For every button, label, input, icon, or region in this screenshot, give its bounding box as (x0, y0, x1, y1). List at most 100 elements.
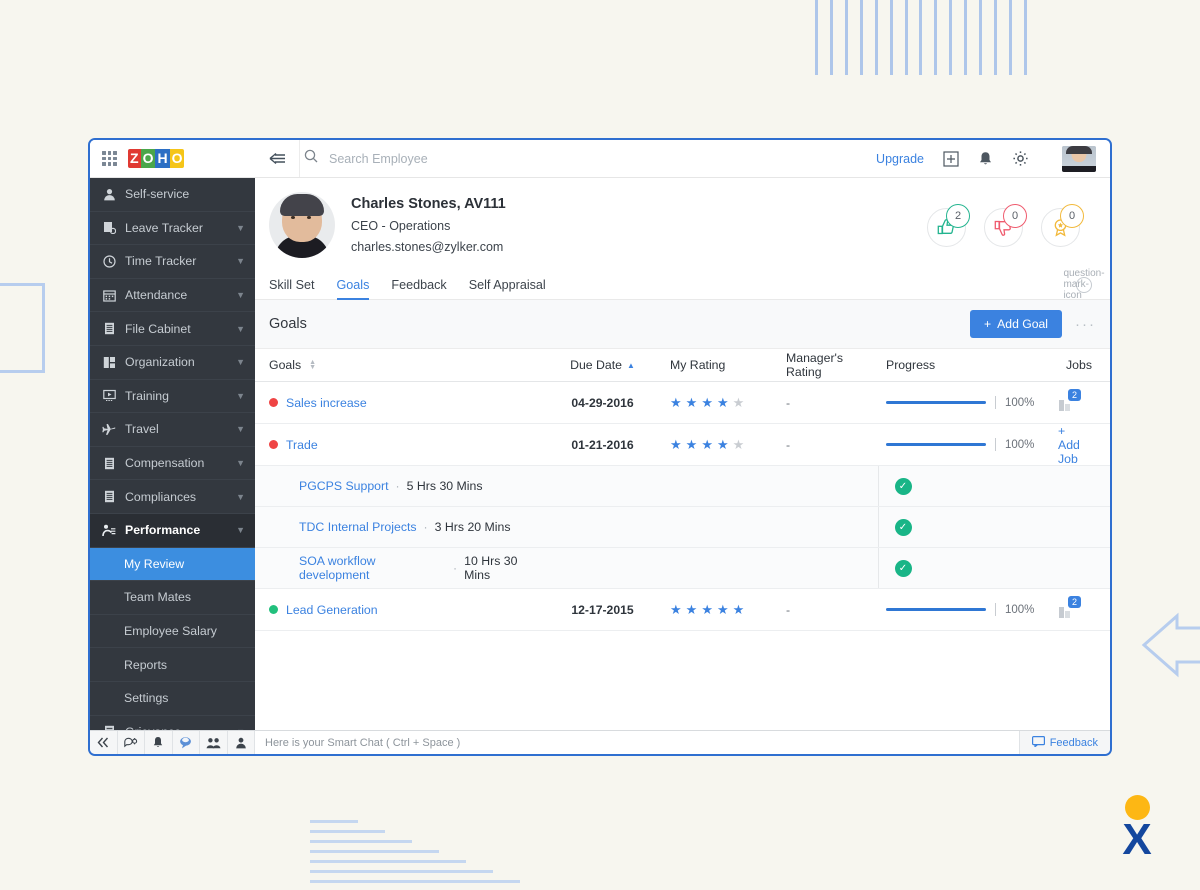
goal-name-link[interactable]: Sales increase (286, 396, 367, 410)
rating-stars[interactable]: ★★★★★ (670, 395, 778, 411)
sidebar-item-performance[interactable]: Performance▼ (90, 514, 255, 548)
sidebar-subitem-team-mates[interactable]: Team Mates (90, 581, 255, 615)
feedback-button[interactable]: Feedback (1019, 731, 1110, 754)
chevron-down-icon[interactable]: ▼ (236, 458, 245, 468)
job-name-cell: TDC Internal Projects·3 Hrs 20 Mins (255, 520, 545, 534)
collapse-chevrons-icon[interactable] (90, 731, 118, 754)
column-header-progress[interactable]: Progress (878, 358, 1038, 372)
plus-box-icon[interactable] (943, 151, 959, 167)
column-header-my-rating[interactable]: My Rating (660, 358, 778, 372)
chevron-down-icon[interactable]: ▼ (236, 424, 245, 434)
sidebar-item-compensation[interactable]: Compensation▼ (90, 447, 255, 481)
chevron-down-icon[interactable]: ▼ (236, 290, 245, 300)
sidebar-item-time-tracker[interactable]: Time Tracker▼ (90, 245, 255, 279)
sidebar-item-travel[interactable]: Travel▼ (90, 413, 255, 447)
collapse-sidebar-icon[interactable] (255, 152, 299, 165)
sidebar-item-training[interactable]: Training ▼ (90, 380, 255, 414)
chevron-down-icon[interactable]: ▼ (236, 391, 245, 401)
search-bar[interactable] (299, 140, 876, 177)
avatar[interactable] (1062, 146, 1096, 172)
column-header-due-date[interactable]: Due Date ▲ (545, 358, 660, 372)
question-mark-icon[interactable]: question-mark-icon (1076, 277, 1092, 293)
search-input[interactable] (329, 152, 629, 166)
goal-row[interactable]: Sales increase04-29-2016★★★★★-100%2 (255, 382, 1110, 424)
more-options-button[interactable]: ··· (1075, 316, 1096, 333)
smart-chat-input[interactable]: Here is your Smart Chat ( Ctrl + Space ) (255, 731, 1019, 754)
sidebar-item-attendance[interactable]: Attendance▼ (90, 279, 255, 313)
gear-icon[interactable] (1012, 150, 1029, 167)
sidebar-item-organization[interactable]: Organization▼ (90, 346, 255, 380)
bell-icon[interactable] (145, 731, 173, 754)
badge-count: 2 (946, 204, 970, 228)
goal-name-cell: Lead Generation (255, 603, 545, 617)
column-header-jobs[interactable]: Jobs (1038, 358, 1110, 372)
sidebar-subitem-my-review[interactable]: My Review (90, 548, 255, 582)
person-icon (102, 188, 116, 201)
sidebar-item-grievance[interactable]: Grievance▼ (90, 716, 255, 731)
tab-skill-set[interactable]: Skill Set (269, 270, 315, 300)
jobs-count-badge[interactable]: 2 (1058, 393, 1077, 412)
chevron-down-icon[interactable]: ▼ (236, 256, 245, 266)
sidebar-subitem-settings[interactable]: Settings (90, 682, 255, 716)
sidebar-item-file-cabinet[interactable]: File Cabinet▼ (90, 312, 255, 346)
feedback-label: Feedback (1050, 737, 1098, 749)
grid-apps-icon[interactable] (102, 151, 117, 166)
sort-icon[interactable]: ▲▼ (309, 360, 316, 370)
chevron-down-icon[interactable]: ▼ (236, 357, 245, 367)
job-row[interactable]: TDC Internal Projects·3 Hrs 20 Mins✓ (255, 507, 1110, 548)
badge-award-ribbon[interactable]: 0 (1041, 204, 1084, 247)
chat-settings-icon[interactable] (118, 731, 146, 754)
job-row[interactable]: SOA workflow development·10 Hrs 30 Mins✓ (255, 548, 1110, 589)
column-header-managers-rating[interactable]: Manager's Rating (778, 351, 878, 379)
goal-name-link[interactable]: Trade (286, 438, 318, 452)
job-name-link[interactable]: SOA workflow development (299, 554, 446, 582)
add-job-link[interactable]: + Add Job (1058, 424, 1080, 466)
decorative-line (310, 840, 412, 843)
decorative-line (979, 0, 982, 75)
chevron-down-icon[interactable]: ▼ (236, 492, 245, 502)
sidebar-item-leave-tracker[interactable]: Leave Tracker▼ (90, 212, 255, 246)
job-row[interactable]: PGCPS Support·5 Hrs 30 Mins✓ (255, 466, 1110, 507)
goal-name-link[interactable]: Lead Generation (286, 603, 378, 617)
chevron-down-icon[interactable]: ▼ (236, 324, 245, 334)
upgrade-link[interactable]: Upgrade (876, 152, 924, 166)
chevron-down-icon[interactable]: ▼ (236, 727, 245, 730)
job-name-link[interactable]: TDC Internal Projects (299, 520, 417, 534)
tab-goals[interactable]: Goals (337, 270, 370, 300)
file-icon (102, 725, 116, 730)
goal-row[interactable]: Lead Generation12-17-2015★★★★★-100%2 (255, 589, 1110, 631)
sidebar-item-label: Training (125, 389, 227, 403)
bell-icon[interactable] (978, 151, 993, 167)
chat-bubble-icon[interactable] (173, 731, 201, 754)
check-circle-icon: ✓ (895, 560, 912, 577)
rating-stars[interactable]: ★★★★★ (670, 437, 778, 453)
chevron-down-icon[interactable]: ▼ (236, 223, 245, 233)
file-icon (102, 490, 116, 503)
delete-icon[interactable]: × (1110, 437, 1112, 452)
badge-thumbs-up[interactable]: 2 (927, 204, 970, 247)
status-dot (269, 398, 278, 407)
sidebar-subitem-reports[interactable]: Reports (90, 648, 255, 682)
sidebar-item-self-service[interactable]: Self-service (90, 178, 255, 212)
goal-row[interactable]: Trade01-21-2016★★★★★-100%+ Add Job× (255, 424, 1110, 466)
decorative-line (845, 0, 848, 75)
zoho-logo[interactable]: Z O H O (128, 149, 184, 168)
add-goal-button[interactable]: + Add Goal (970, 310, 1062, 338)
sidebar-subitem-employee-salary[interactable]: Employee Salary (90, 615, 255, 649)
star: ★ (686, 437, 698, 453)
tab-feedback[interactable]: Feedback (391, 270, 446, 300)
file-icon (102, 322, 116, 335)
status-bar-icons (90, 731, 255, 754)
column-header-goals[interactable]: Goals ▲▼ (255, 358, 545, 372)
chevron-down-icon[interactable]: ▼ (236, 525, 245, 535)
contacts-icon[interactable] (200, 731, 228, 754)
jobs-count-badge[interactable]: 2 (1058, 600, 1077, 619)
badge-thumbs-down[interactable]: 0 (984, 204, 1027, 247)
decorative-line (310, 850, 439, 853)
job-name-link[interactable]: PGCPS Support (299, 479, 389, 493)
rating-stars[interactable]: ★★★★★ (670, 602, 778, 618)
employee-photo[interactable] (269, 192, 335, 258)
tab-self-appraisal[interactable]: Self Appraisal (469, 270, 546, 300)
sidebar-item-compliances[interactable]: Compliances▼ (90, 480, 255, 514)
person-icon[interactable] (228, 731, 256, 754)
